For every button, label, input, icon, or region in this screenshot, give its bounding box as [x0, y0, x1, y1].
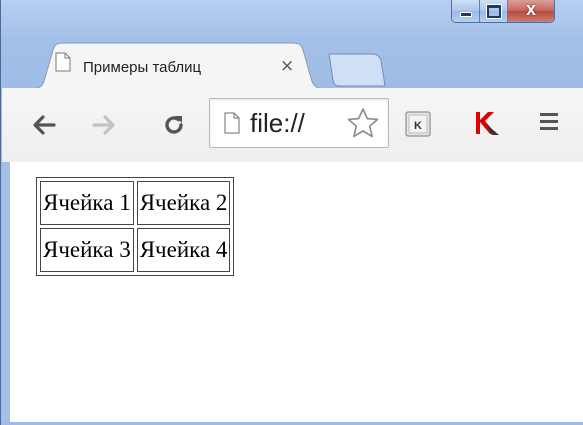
page-icon	[224, 112, 240, 139]
tab-title: Примеры таблиц	[83, 59, 202, 76]
hamburger-menu-icon[interactable]	[538, 110, 560, 137]
browser-toolbar: file:// K	[2, 88, 583, 163]
tab-close-icon[interactable]: ×	[280, 56, 294, 76]
table-cell: Ячейка 3	[40, 228, 134, 272]
close-window-button[interactable]: X	[508, 0, 554, 22]
kaspersky-icon[interactable]	[472, 108, 502, 143]
forward-arrow-icon	[92, 115, 115, 135]
star-icon[interactable]	[346, 107, 380, 144]
page-content: Ячейка 1 Ячейка 2 Ячейка 3 Ячейка 4	[10, 162, 583, 422]
maximize-button[interactable]	[480, 0, 508, 22]
window-frame-left	[2, 162, 10, 425]
back-button[interactable]	[24, 88, 64, 162]
address-text: file://	[250, 108, 305, 138]
browser-window: X Примеры таблиц × file:// K Ячейка 1 Яч…	[0, 0, 583, 425]
table-cell: Ячейка 2	[136, 181, 231, 225]
table-cell: Ячейка 1	[40, 181, 134, 225]
page-icon	[55, 52, 71, 77]
table-cell: Ячейка 4	[136, 228, 231, 272]
table-row: Ячейка 3 Ячейка 4	[40, 228, 231, 272]
maximize-icon	[486, 4, 501, 18]
forward-button[interactable]	[84, 88, 124, 162]
address-bar[interactable]: file://	[209, 98, 389, 148]
reload-icon	[165, 116, 183, 134]
window-caption-buttons: X	[451, 0, 555, 23]
extension-k-label: K	[414, 120, 422, 132]
minimize-icon	[459, 11, 472, 17]
new-tab-button[interactable]	[327, 52, 387, 93]
table-row: Ячейка 1 Ячейка 2	[40, 181, 231, 225]
demo-table: Ячейка 1 Ячейка 2 Ячейка 3 Ячейка 4	[36, 177, 235, 276]
back-arrow-icon	[33, 115, 56, 135]
extension-k-button[interactable]: K	[405, 111, 431, 142]
minimize-button[interactable]	[452, 0, 480, 22]
reload-button[interactable]	[154, 88, 194, 162]
close-icon: X	[525, 3, 537, 19]
